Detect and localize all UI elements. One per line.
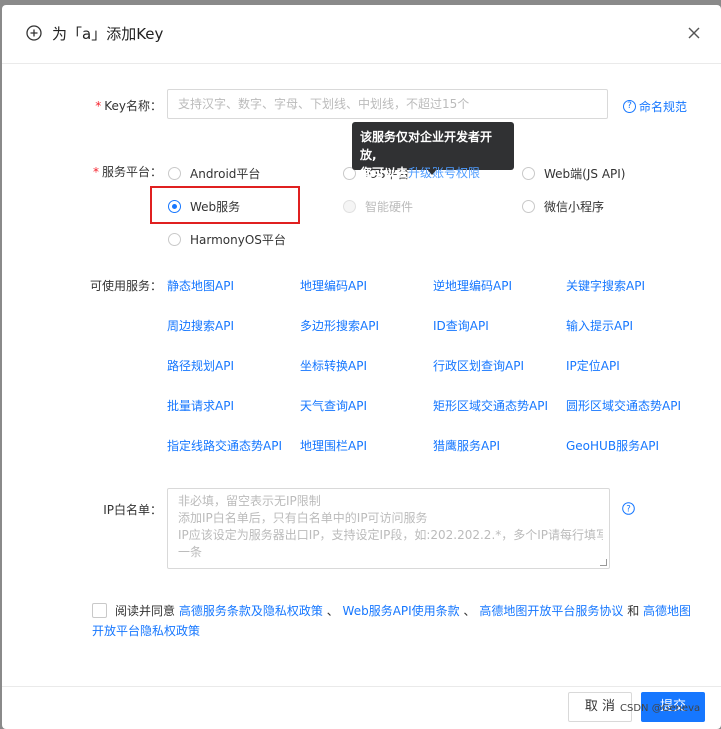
key-name-label: * Key名称： (92, 97, 162, 114)
radio-android[interactable]: Android平台 (168, 165, 260, 182)
radio-web-js[interactable]: Web端(JS API) (522, 165, 625, 182)
key-name-input[interactable]: 支持汉字、数字、字母、下划线、中划线，不超过15个 (167, 89, 608, 119)
radio-circle (168, 167, 181, 180)
radio-label: 智能硬件 (365, 200, 414, 214)
agreement-prefix: 阅读并同意 (115, 604, 176, 618)
separator: 、 (326, 604, 339, 618)
add-circle-icon (26, 25, 42, 41)
radio-label: HarmonyOS平台 (190, 233, 286, 247)
dialog-title: 为「a」添加Key (52, 25, 164, 43)
ip-whitelist-textarea[interactable]: 非必填，留空表示无IP限制 添加IP白名单后，只有白名单中的IP可访问服务 IP… (167, 488, 610, 569)
enterprise-only-tooltip: 该服务仅对企业开发者开放, 您可以去升级账号权限 (352, 122, 514, 180)
watermark: CSDN @Geneva (620, 703, 701, 714)
svg-text:?: ? (626, 505, 631, 515)
api-service-link[interactable]: 多边形搜索API (300, 317, 379, 334)
api-service-link[interactable]: 批量请求API (167, 397, 234, 414)
dialog-header: 为「a」添加Key (2, 5, 721, 64)
key-name-label-text: Key名称： (104, 99, 162, 113)
service-agreement-link[interactable]: 高德地图开放平台服务协议 (479, 604, 623, 618)
api-service-link[interactable]: GeoHUB服务API (566, 437, 659, 454)
tooltip-line1: 该服务仅对企业开发者开放, (360, 130, 493, 162)
services-label: 可使用服务： (89, 279, 162, 293)
api-service-link[interactable]: 周边搜索API (167, 317, 234, 334)
api-service-link[interactable]: IP定位API (566, 357, 620, 374)
radio-smart-hardware: 智能硬件 (343, 198, 413, 215)
help-icon[interactable]: ? (622, 502, 635, 515)
agreement: 阅读并同意 高德服务条款及隐私权政策 、 Web服务API使用条款 、 高德地图… (92, 601, 692, 641)
tooltip-arrow (427, 169, 437, 175)
naming-rules-text: 命名规范 (639, 100, 688, 114)
placeholder-line: 添加IP白名单后，只有白名单中的IP可访问服务 (178, 511, 428, 525)
api-service-link[interactable]: 圆形区域交通态势API (566, 397, 681, 414)
conjunction: 和 (627, 604, 640, 618)
resize-handle[interactable] (600, 559, 607, 566)
privacy-policy-link[interactable]: 高德服务条款及隐私权政策 (179, 604, 323, 618)
selection-highlight (150, 186, 300, 224)
api-service-link[interactable]: 坐标转换API (300, 357, 367, 374)
separator: 、 (463, 604, 476, 618)
placeholder-line: 一条 (178, 545, 203, 559)
radio-harmonyos[interactable]: HarmonyOS平台 (168, 231, 286, 248)
api-service-link[interactable]: 猎鹰服务API (433, 437, 500, 454)
api-service-link[interactable]: 关键字搜索API (566, 277, 645, 294)
placeholder-line: IP应该设定为服务器出口IP，支持设定IP段，如:202.202.2.*，多个I… (178, 528, 603, 542)
radio-label: Android平台 (190, 167, 261, 181)
platform-label-text: 服务平台： (101, 165, 162, 179)
web-api-terms-link[interactable]: Web服务API使用条款 (343, 604, 460, 618)
api-service-link[interactable]: ID查询API (433, 317, 489, 334)
api-service-link[interactable]: 行政区划查询API (433, 357, 524, 374)
required-mark: * (95, 99, 102, 113)
api-service-link[interactable]: 路径规划API (167, 357, 234, 374)
api-service-link[interactable]: 输入提示API (566, 317, 633, 334)
radio-circle (168, 233, 181, 246)
api-service-link[interactable]: 地理围栏API (300, 437, 367, 454)
close-icon[interactable] (686, 25, 702, 41)
help-icon: ? (623, 100, 636, 113)
api-service-link[interactable]: 逆地理编码API (433, 277, 512, 294)
upgrade-account-link[interactable]: 升级账号权限 (408, 166, 480, 180)
tooltip-prefix: 您可以去 (360, 166, 409, 180)
radio-label: 微信小程序 (544, 200, 605, 214)
required-mark: * (92, 165, 99, 179)
placeholder-line: 非必填，留空表示无IP限制 (178, 494, 321, 508)
add-key-dialog: 为「a」添加Key * Key名称： 支持汉字、数字、字母、下划线、中划线，不超过… (2, 5, 721, 729)
api-service-link[interactable]: 矩形区域交通态势API (433, 397, 548, 414)
radio-wechat-miniapp[interactable]: 微信小程序 (522, 198, 604, 215)
api-service-link[interactable]: 指定线路交通态势API (167, 437, 282, 454)
platform-label: * 服务平台： (92, 163, 162, 180)
api-service-link[interactable]: 天气查询API (300, 397, 367, 414)
api-service-link[interactable]: 静态地图API (167, 277, 234, 294)
api-service-link[interactable]: 地理编码API (300, 277, 367, 294)
radio-circle (343, 200, 356, 213)
radio-circle (522, 167, 535, 180)
naming-rules-link[interactable]: ? 命名规范 (623, 98, 687, 115)
radio-circle (522, 200, 535, 213)
agree-checkbox[interactable] (92, 603, 107, 618)
ip-whitelist-label: IP白名单： (103, 503, 162, 517)
radio-label: Web端(JS API) (544, 167, 626, 181)
